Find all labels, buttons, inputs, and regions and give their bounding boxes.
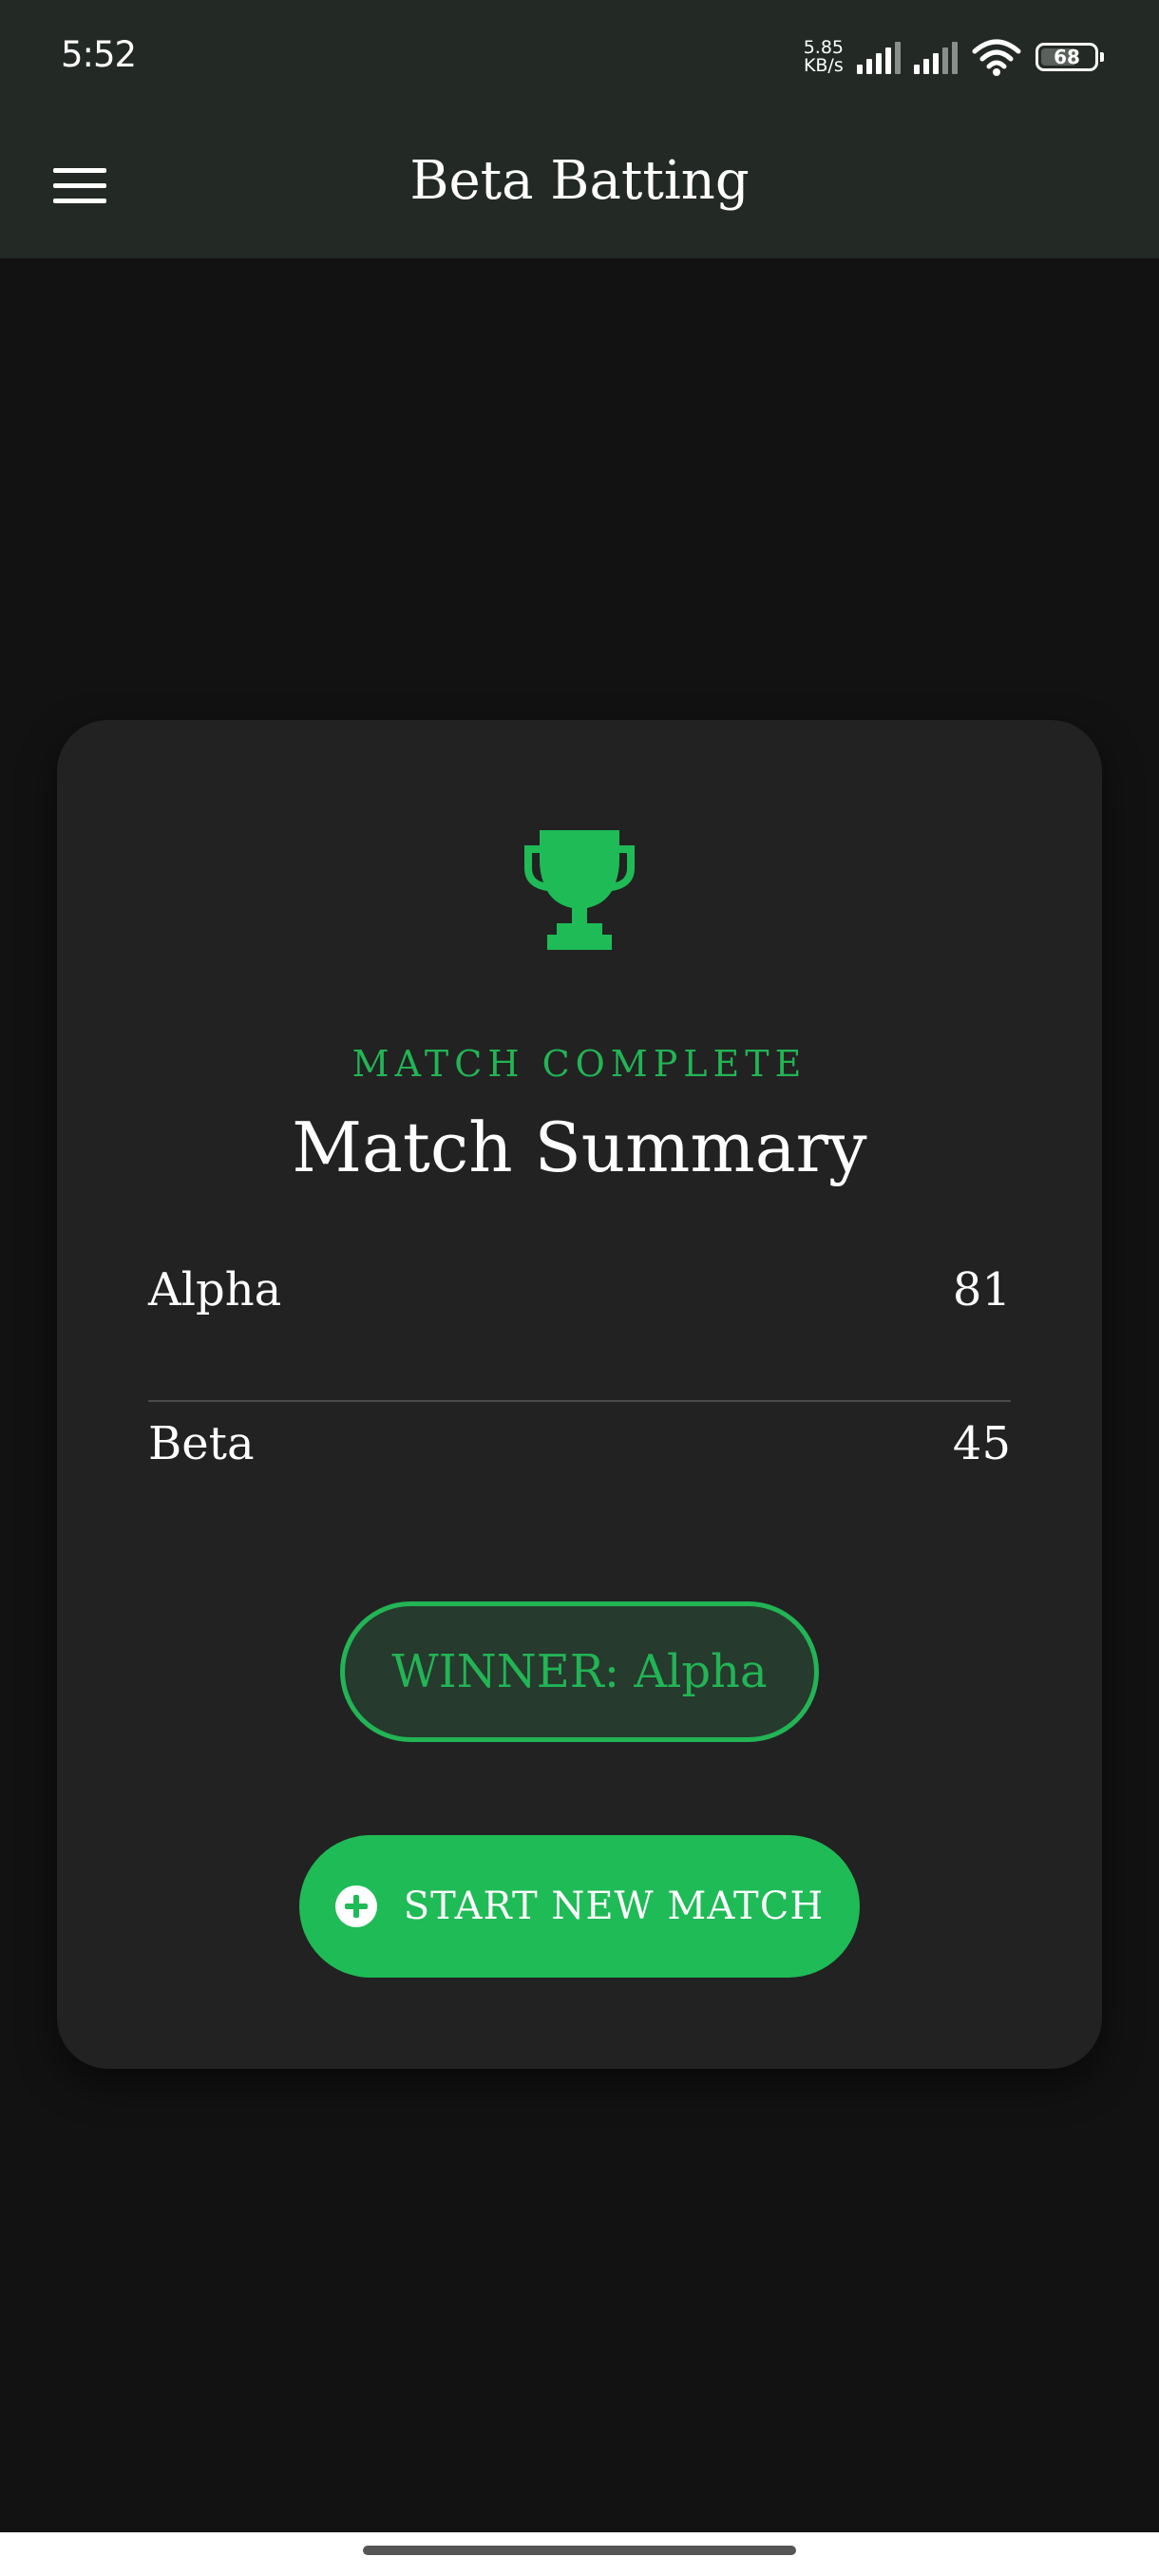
battery-icon: 68 <box>1036 43 1104 71</box>
team-score-row: Alpha 81 <box>148 1242 1011 1337</box>
app-bar: Beta Batting <box>0 114 1159 258</box>
team-name: Alpha <box>148 1263 282 1316</box>
trophy-icon <box>524 830 635 950</box>
wifi-icon <box>972 39 1021 76</box>
match-summary-card: MATCH COMPLETE Match Summary Alpha 81 Be… <box>57 720 1102 2069</box>
status-time: 5:52 <box>61 34 137 75</box>
home-indicator[interactable] <box>363 2546 796 2555</box>
battery-level: 68 <box>1054 46 1080 68</box>
match-status-label: MATCH COMPLETE <box>352 1043 808 1085</box>
status-indicators: 5.85 KB/s 68 <box>804 32 1104 82</box>
summary-title: Match Summary <box>292 1108 867 1187</box>
status-bar: 5:52 5.85 KB/s 68 <box>0 0 1159 114</box>
start-new-match-button[interactable]: START NEW MATCH <box>299 1835 860 1978</box>
team-score: 81 <box>952 1263 1011 1316</box>
signal-icon <box>914 40 958 74</box>
winner-badge: WINNER: Alpha <box>340 1601 819 1742</box>
start-new-match-label: START NEW MATCH <box>403 1885 825 1928</box>
app-title: Beta Batting <box>409 150 750 212</box>
signal-icon <box>857 40 901 74</box>
team-name: Beta <box>148 1417 255 1470</box>
network-speed-unit: KB/s <box>803 55 844 76</box>
team-score-row: Beta 45 <box>148 1396 1011 1491</box>
system-navigation-bar <box>0 2532 1159 2576</box>
network-speed: 5.85 KB/s <box>804 39 844 75</box>
plus-circle-icon <box>334 1885 377 1927</box>
team-score: 45 <box>952 1417 1011 1470</box>
